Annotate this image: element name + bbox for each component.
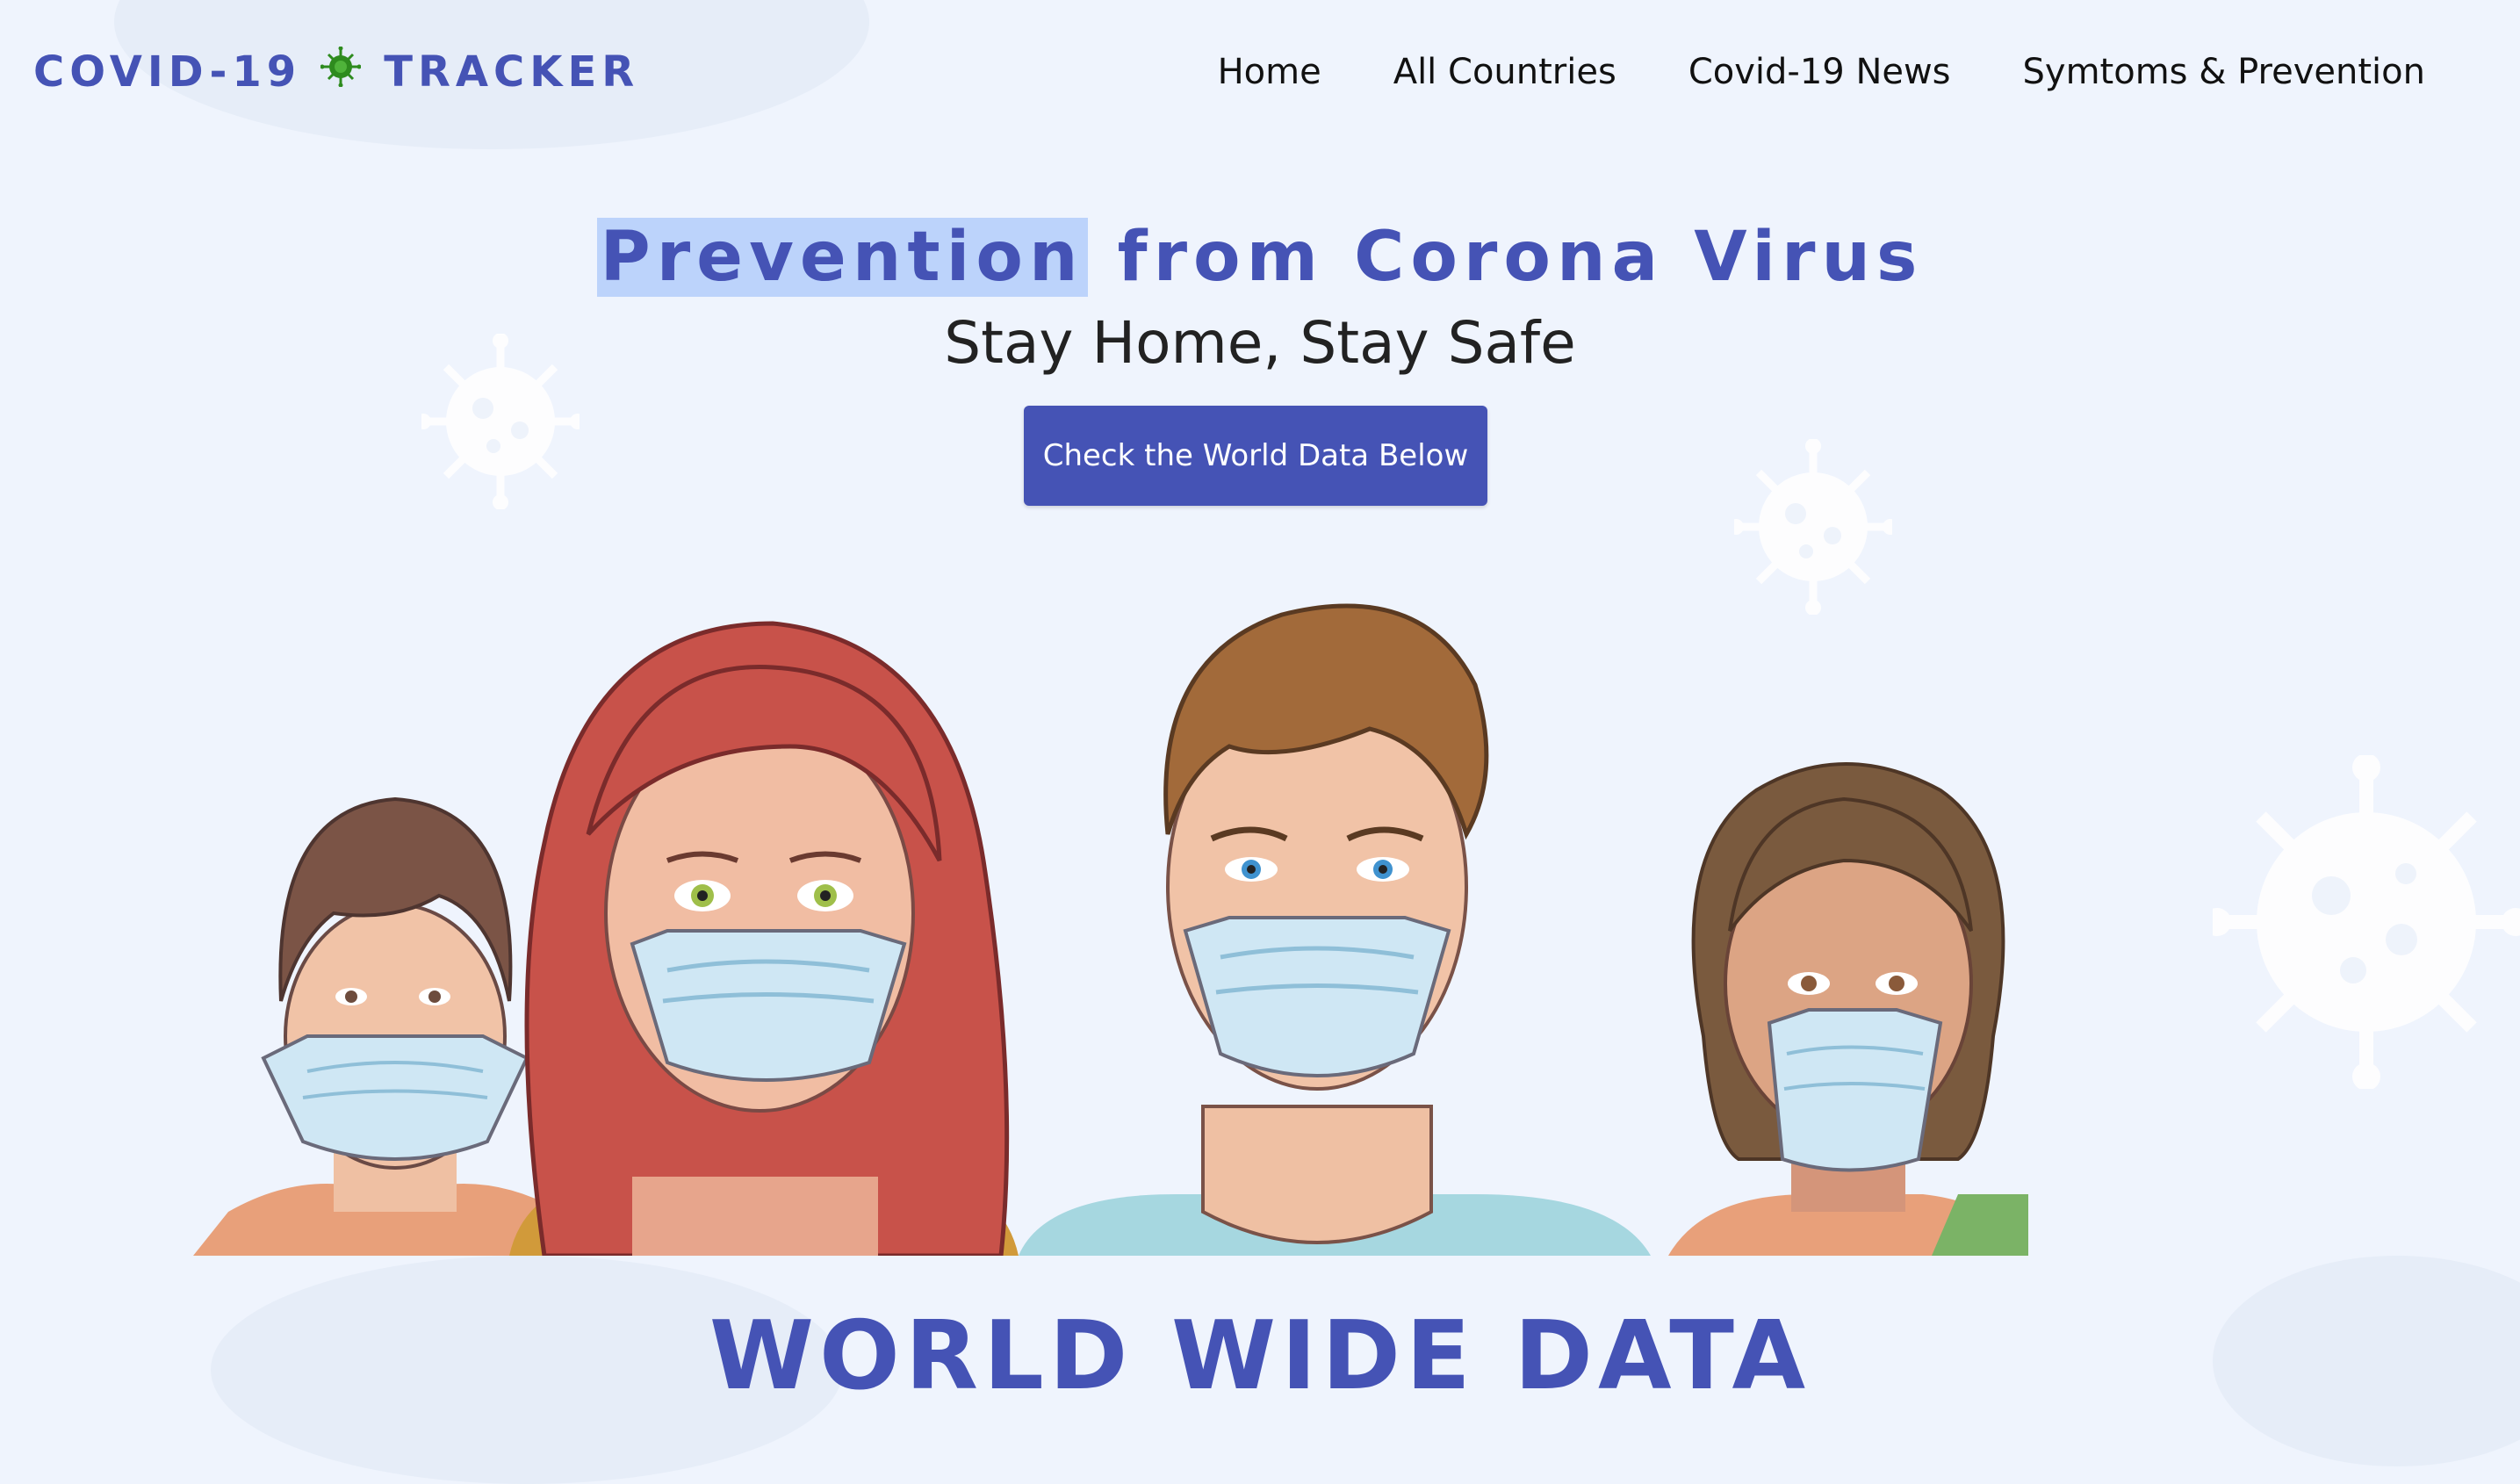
- navbar: COVID-19 TRACKER Home All Countries Covi…: [0, 0, 2520, 145]
- people-with-masks-illustration: [193, 603, 2028, 1256]
- hero-title-rest: from Corona Virus: [1087, 218, 1924, 297]
- nav-item-covid-news[interactable]: Covid-19 News: [1688, 46, 1951, 98]
- world-wide-data-heading: WORLD WIDE DATA: [709, 1301, 1811, 1411]
- person-2: [509, 621, 1019, 1256]
- brand-text-right: TRACKER: [384, 47, 640, 97]
- check-world-data-button[interactable]: Check the World Data Below: [1024, 406, 1487, 506]
- nav-menu: Home All Countries Covid-19 News Symtoms…: [1146, 46, 2425, 98]
- person-3: [1019, 603, 1651, 1256]
- nav-item-all-countries[interactable]: All Countries: [1393, 46, 1616, 98]
- nav-item-home[interactable]: Home: [1218, 46, 1321, 98]
- hero-title-highlight: Prevention: [596, 218, 1088, 297]
- person-4: [1668, 762, 2028, 1256]
- virus-decoration-icon: [2213, 755, 2520, 1089]
- nav-item-symptoms-prevention[interactable]: Symtoms & Prevention: [2023, 46, 2425, 98]
- hero-subtitle: Stay Home, Stay Safe: [944, 309, 1576, 377]
- brand-logo[interactable]: COVID-19 TRACKER: [33, 44, 639, 100]
- virus-icon: [320, 46, 362, 97]
- brand-text-left: COVID-19: [33, 47, 302, 97]
- hero-title: Prevention from Corona Virus: [0, 209, 2520, 306]
